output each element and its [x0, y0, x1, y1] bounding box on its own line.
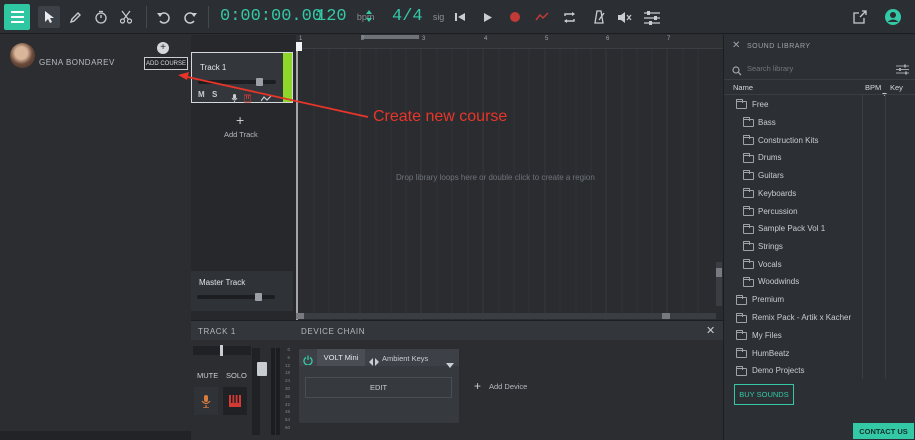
library-item-label: Strings: [758, 242, 783, 251]
library-item-label: Demo Projects: [752, 366, 805, 375]
power-icon[interactable]: [303, 352, 313, 370]
meter-tick: 48: [284, 409, 290, 415]
folder-icon: [743, 170, 754, 180]
column-divider: [862, 94, 863, 379]
folder-icon: [743, 224, 754, 234]
library-item-label: Premium: [752, 295, 785, 304]
device-chain-body: MUTE SOLO 0 6 12 18 24 30 36 42 48 54 60…: [191, 340, 723, 440]
piano-keys-icon[interactable]: [223, 387, 247, 415]
filter-icon[interactable]: [896, 62, 909, 80]
meter-tick: 12: [284, 362, 290, 368]
library-item-label: Percussion: [758, 207, 798, 216]
meter-tick: 6: [287, 354, 290, 360]
library-item-label: Woodwinds: [758, 277, 800, 286]
library-item-label: Construction Kits: [758, 136, 819, 145]
library-divider: [724, 79, 915, 80]
library-item-label: Keyboards: [758, 189, 797, 198]
meter-tick: 0: [287, 347, 290, 352]
meter-scale: 0 6 12 18 24 30 36 42 48 54 60: [282, 346, 290, 432]
folder-icon: [743, 241, 754, 251]
folder-icon: [736, 295, 747, 305]
preset-arrows-icon[interactable]: [369, 353, 379, 371]
device-card-volt-mini: VOLT Mini Ambient Keys EDIT: [298, 348, 460, 424]
volume-fader-thumb[interactable]: [257, 362, 267, 376]
folder-icon: [743, 153, 754, 163]
chain-track-label: TRACK 1: [198, 327, 236, 336]
column-bpm-header[interactable]: BPM: [865, 83, 881, 92]
folder-icon: [743, 277, 754, 287]
folder-icon: [736, 348, 747, 358]
library-header-divider: [724, 94, 915, 95]
pan-thumb[interactable]: [220, 345, 223, 356]
close-icon[interactable]: ✕: [706, 324, 715, 337]
folder-icon: [736, 366, 747, 376]
library-item-label: Guitars: [758, 171, 784, 180]
library-item-label: Vocals: [758, 260, 782, 269]
library-item-label: Bass: [758, 118, 776, 127]
device-chain-header: TRACK 1 DEVICE CHAIN ✕: [191, 320, 723, 340]
meter-tick: 42: [284, 401, 290, 407]
edit-device-button[interactable]: EDIT: [305, 377, 452, 398]
level-meter-right: [276, 348, 280, 435]
folder-icon: [736, 330, 747, 340]
chain-mute-button[interactable]: MUTE: [197, 371, 218, 380]
mic-input-icon[interactable]: [194, 387, 218, 415]
level-meter-left: [271, 348, 275, 435]
folder-icon: [743, 259, 754, 269]
folder-icon: [736, 313, 747, 323]
folder-icon: [743, 188, 754, 198]
column-name-header[interactable]: Name: [733, 83, 753, 92]
column-divider: [885, 94, 886, 379]
meter-tick: 60: [284, 424, 290, 430]
device-chain-title: DEVICE CHAIN: [301, 327, 366, 336]
library-title: SOUND LIBRARY: [747, 43, 811, 50]
chevron-down-icon[interactable]: [446, 355, 454, 373]
library-item-label: Sample Pack Vol 1: [758, 224, 826, 233]
meter-tick: 24: [284, 378, 290, 384]
folder-icon: [736, 99, 747, 109]
folder-icon: [743, 135, 754, 145]
close-library-icon[interactable]: ✕: [732, 40, 740, 51]
contact-us-button[interactable]: CONTACT US: [853, 423, 914, 439]
search-input[interactable]: [747, 61, 887, 75]
add-device-plus-icon[interactable]: +: [474, 379, 481, 393]
library-item-label: HumBeatz: [752, 349, 790, 358]
sound-library: ✕ SOUND LIBRARY Name BPM Key Free Bass C…: [723, 35, 915, 440]
column-key-header[interactable]: Key: [890, 83, 903, 92]
annotation-text: Create new course: [373, 108, 508, 125]
add-device-button[interactable]: Add Device: [489, 382, 527, 391]
preset-name[interactable]: Ambient Keys: [382, 354, 428, 363]
device-name[interactable]: VOLT Mini: [317, 349, 365, 366]
folder-icon: [743, 206, 754, 216]
library-item-label: Remix Pack - Artik x Kacher: [752, 313, 852, 322]
folder-icon: [743, 117, 754, 127]
meter-tick: 54: [284, 417, 290, 423]
meter-tick: 18: [284, 370, 290, 376]
chain-solo-button[interactable]: SOLO: [226, 371, 247, 380]
library-item-label: Free: [752, 100, 769, 109]
meter-tick: 30: [284, 385, 290, 391]
library-item-label: Drums: [758, 153, 782, 162]
meter-tick: 36: [284, 393, 290, 399]
library-item-label: My Files: [752, 331, 782, 340]
buy-sounds-button[interactable]: BUY SOUNDS: [734, 384, 794, 405]
